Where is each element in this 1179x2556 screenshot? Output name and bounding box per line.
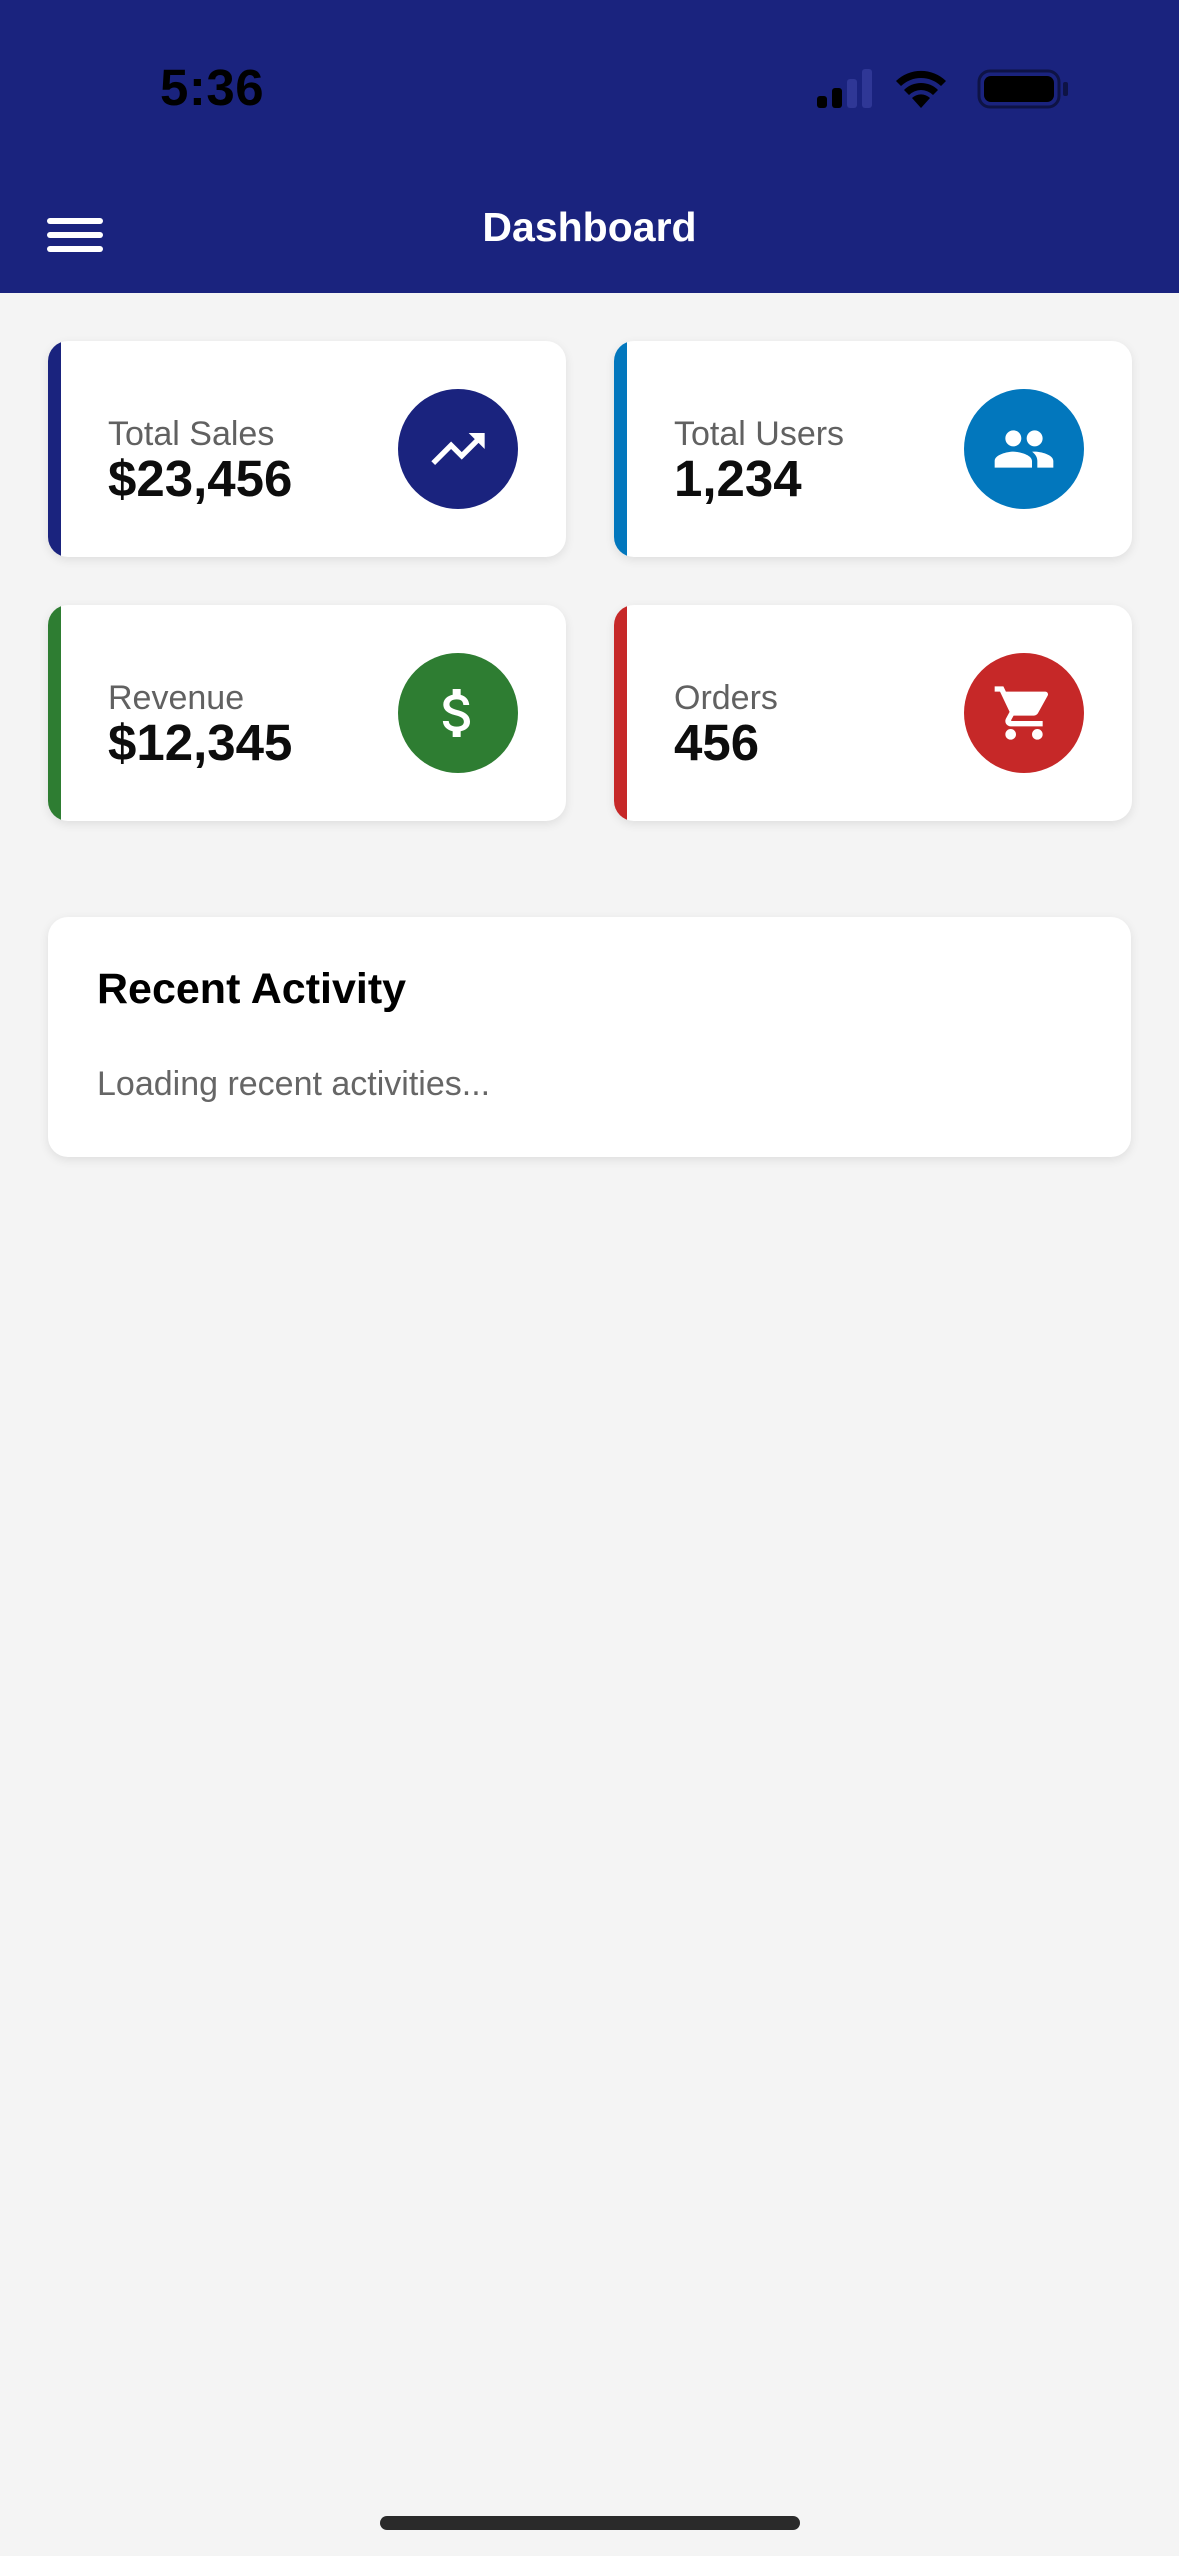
people-icon	[964, 389, 1084, 509]
card-accent	[48, 341, 61, 557]
stat-value: $23,456	[108, 450, 293, 507]
status-time: 5:36	[160, 59, 265, 116]
wifi-icon	[896, 70, 946, 108]
trending-up-icon	[398, 389, 518, 509]
stat-value: $12,345	[108, 714, 293, 771]
recent-activity-title: Recent Activity	[97, 965, 407, 1013]
card-accent	[48, 605, 61, 821]
recent-activity-status: Loading recent activities...	[97, 1065, 491, 1103]
stat-card-revenue[interactable]: Revenue $12,345	[48, 605, 566, 821]
page-title: Dashboard	[482, 204, 697, 250]
stat-card-total-sales[interactable]: Total Sales $23,456	[48, 341, 566, 557]
status-icons	[817, 69, 1068, 109]
cart-icon	[964, 653, 1084, 773]
app-header: 5:36 Dashboard	[0, 0, 1179, 293]
card-accent	[614, 605, 627, 821]
cellular-signal-icon	[817, 69, 872, 108]
dollar-icon	[398, 653, 518, 773]
stat-card-total-users[interactable]: Total Users 1,234	[614, 341, 1132, 557]
stat-value: 1,234	[674, 450, 802, 507]
battery-icon	[977, 69, 1068, 109]
recent-activity-card: Recent Activity Loading recent activitie…	[48, 917, 1131, 1157]
stat-card-orders[interactable]: Orders 456	[614, 605, 1132, 821]
card-accent	[614, 341, 627, 557]
home-indicator[interactable]	[380, 2516, 800, 2530]
stat-value: 456	[674, 714, 760, 771]
